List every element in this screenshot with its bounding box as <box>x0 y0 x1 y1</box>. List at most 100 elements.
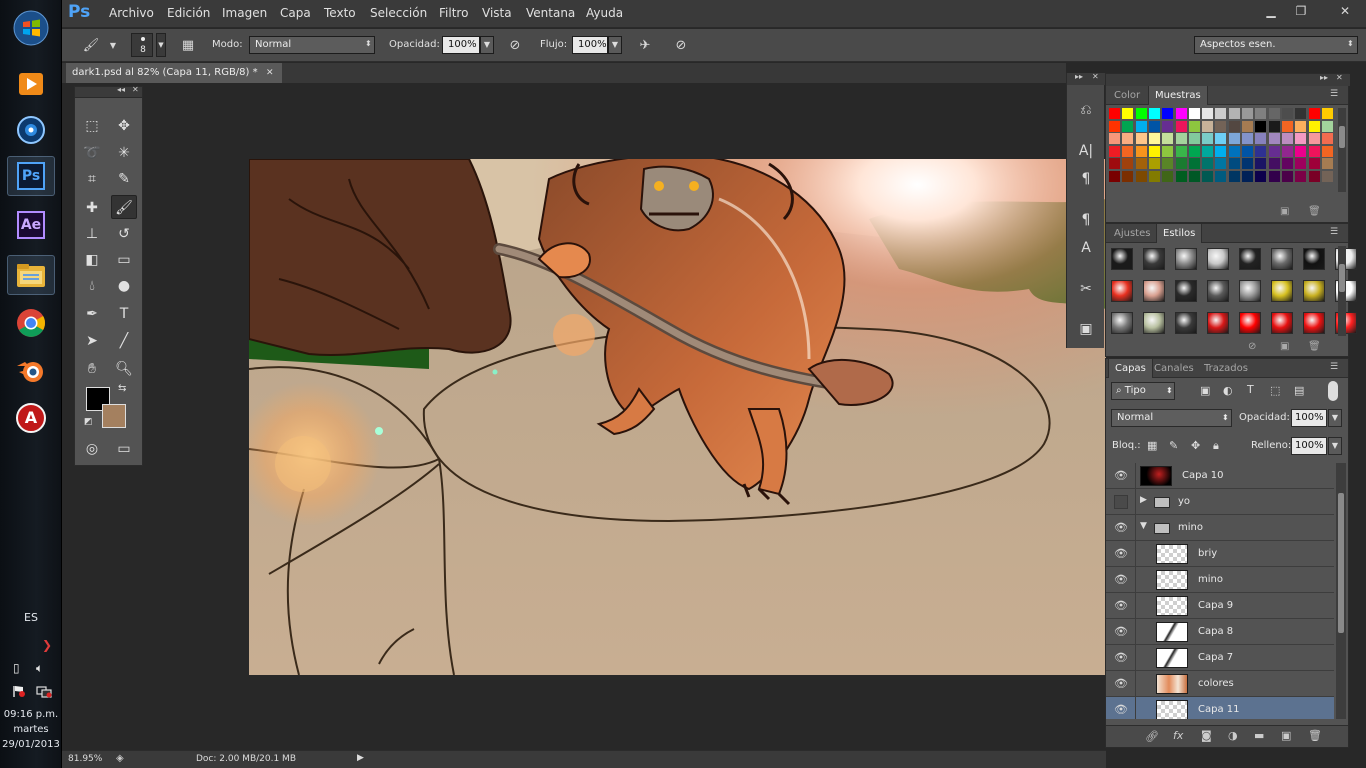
preset-dropdown-icon[interactable]: ▼ <box>104 37 122 55</box>
swatch-cell[interactable] <box>1175 120 1187 132</box>
close-panels-icon[interactable]: ✕ <box>1092 72 1099 81</box>
styles-grid[interactable] <box>1109 246 1357 336</box>
swatch-cell[interactable] <box>1162 133 1174 144</box>
lock-image-icon[interactable]: ✎ <box>1169 439 1178 452</box>
swatch-cell[interactable] <box>1175 133 1187 144</box>
panel-menu-icon[interactable]: ☰ <box>1330 89 1338 99</box>
layers-scrollbar[interactable] <box>1336 463 1346 719</box>
crop-tool-icon[interactable]: ⌗ <box>79 167 105 191</box>
styles-scrollbar[interactable] <box>1338 246 1346 336</box>
swatch-cell[interactable] <box>1148 145 1160 157</box>
swatch-cell[interactable] <box>1109 120 1120 132</box>
default-colors-icon[interactable]: ◩ <box>84 417 93 427</box>
layer-row[interactable]: 👁︎ Capa 10 <box>1106 463 1334 489</box>
swatch-cell[interactable] <box>1215 170 1227 182</box>
collapsed-panels-header[interactable]: ▸▸ ✕ <box>1067 72 1105 85</box>
battery-icon[interactable]: ▯ <box>13 661 20 675</box>
type-tool-icon[interactable]: T <box>111 302 137 326</box>
eyedropper-tool-icon[interactable]: ✎ <box>111 167 137 191</box>
swatch-cell[interactable] <box>1255 108 1267 119</box>
visibility-eye-icon[interactable]: 👁︎ <box>1114 677 1128 691</box>
style-preset[interactable] <box>1207 280 1229 302</box>
swatch-cell[interactable] <box>1202 170 1214 182</box>
3d-panel-icon[interactable]: ▣ <box>1075 318 1097 340</box>
swatch-cell[interactable] <box>1281 120 1293 132</box>
menu-vista[interactable]: Vista <box>482 6 512 20</box>
tab-styles[interactable]: Estilos <box>1156 224 1203 243</box>
quick-mask-icon[interactable]: ◎ <box>79 437 105 461</box>
visibility-eye-icon[interactable]: 👁︎ <box>1114 521 1128 535</box>
opacity-field[interactable]: 100% <box>442 36 480 54</box>
visibility-eye-icon[interactable]: 👁︎ <box>1114 469 1128 483</box>
swatch-cell[interactable] <box>1308 108 1320 119</box>
style-preset[interactable] <box>1271 312 1293 334</box>
swatch-cell[interactable] <box>1295 145 1307 157</box>
swatch-cell[interactable] <box>1228 145 1240 157</box>
swatch-cell[interactable] <box>1308 145 1320 157</box>
background-color-swatch[interactable] <box>102 404 126 428</box>
fill-dropdown[interactable]: ▼ <box>1328 437 1342 455</box>
swatch-cell[interactable] <box>1308 133 1320 144</box>
swatch-cell[interactable] <box>1242 145 1253 157</box>
swatch-cell[interactable] <box>1202 120 1214 132</box>
new-layer-icon[interactable]: ▣ <box>1281 729 1291 742</box>
layers-panel-menu-icon[interactable]: ☰ <box>1330 362 1338 372</box>
swatch-cell[interactable] <box>1188 133 1200 144</box>
brush-size-dropdown[interactable]: ▼ <box>156 33 166 57</box>
swatch-cell[interactable] <box>1228 170 1240 182</box>
line-tool-icon[interactable]: ╱ <box>111 329 137 353</box>
style-preset[interactable] <box>1303 312 1325 334</box>
swatch-cell[interactable] <box>1175 170 1187 182</box>
lock-position-icon[interactable]: ✥ <box>1191 439 1200 452</box>
layer-row[interactable]: 👁︎ Capa 7 <box>1106 645 1334 671</box>
paragraph-styles-icon[interactable]: ¶ <box>1075 209 1097 231</box>
eraser-tool-icon[interactable]: ◧ <box>79 248 105 272</box>
menu-ventana[interactable]: Ventana <box>526 6 575 20</box>
network-icon[interactable] <box>36 685 52 698</box>
styles-scroll-thumb[interactable] <box>1339 264 1345 292</box>
mode-select[interactable]: Normal <box>249 36 375 54</box>
menu-texto[interactable]: Texto <box>324 6 356 20</box>
swatch-cell[interactable] <box>1321 158 1333 169</box>
swatch-cell[interactable] <box>1162 108 1174 119</box>
menu-edicion[interactable]: Edición <box>167 6 210 20</box>
swatch-cell[interactable] <box>1268 170 1280 182</box>
group-collapsed-arrow-icon[interactable]: ▶ <box>1140 495 1147 505</box>
swatch-cell[interactable] <box>1122 145 1134 157</box>
layer-row[interactable]: 👁︎ Capa 9 <box>1106 593 1334 619</box>
swatch-cell[interactable] <box>1255 170 1267 182</box>
swatch-cell[interactable] <box>1202 158 1214 169</box>
swatch-cell[interactable] <box>1268 158 1280 169</box>
collapse-panel-icon[interactable]: ◂◂ <box>117 85 125 94</box>
swatch-cell[interactable] <box>1122 170 1134 182</box>
menu-seleccion[interactable]: Selección <box>370 6 427 20</box>
visibility-eye-icon[interactable] <box>1114 495 1128 509</box>
filter-smart-object-icon[interactable]: ▤ <box>1294 384 1304 397</box>
style-preset[interactable] <box>1239 312 1261 334</box>
opacity-dropdown[interactable]: ▼ <box>480 36 494 54</box>
style-preset[interactable] <box>1239 248 1261 270</box>
layer-row[interactable]: 👁︎ mino <box>1106 567 1334 593</box>
menu-imagen[interactable]: Imagen <box>222 6 267 20</box>
style-preset[interactable] <box>1111 312 1133 334</box>
layer-effects-icon[interactable]: fx <box>1173 729 1183 742</box>
swatch-cell[interactable] <box>1321 120 1333 132</box>
swatch-cell[interactable] <box>1255 145 1267 157</box>
swatch-cell[interactable] <box>1135 170 1147 182</box>
status-menu-arrow-icon[interactable]: ▶ <box>357 753 364 763</box>
swatch-cell[interactable] <box>1268 120 1280 132</box>
swatch-cell[interactable] <box>1281 158 1293 169</box>
history-panel-icon[interactable]: ⎌ <box>1075 99 1097 121</box>
tool-presets-icon[interactable]: ✂ <box>1075 278 1097 300</box>
fill-field[interactable]: 100% <box>1291 437 1327 455</box>
swatch-cell[interactable] <box>1135 108 1147 119</box>
swatch-cell[interactable] <box>1268 145 1280 157</box>
style-preset[interactable] <box>1303 248 1325 270</box>
pressure-size-icon[interactable]: ⊘ <box>672 37 690 55</box>
document-size-info[interactable]: Doc: 2.00 MB/20.1 MB <box>196 754 296 764</box>
path-selection-tool-icon[interactable]: ➤ <box>79 329 105 353</box>
tray-expand-icon[interactable]: ❯ <box>42 638 52 652</box>
media-player-icon[interactable] <box>11 64 51 104</box>
menu-capa[interactable]: Capa <box>280 6 311 20</box>
volume-icon[interactable]: 🔈︎ <box>36 661 43 676</box>
